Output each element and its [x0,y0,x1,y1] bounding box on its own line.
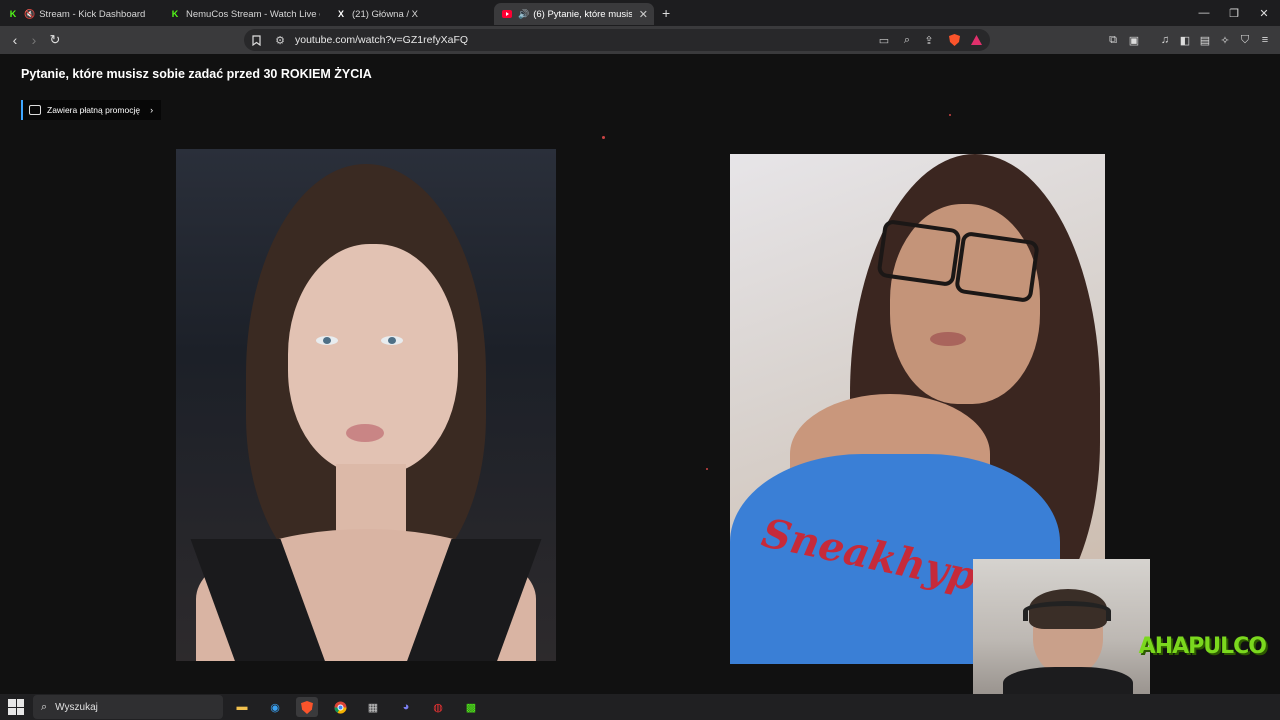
new-tab-button[interactable]: + [662,5,670,21]
eye [316,336,338,345]
chrome-icon[interactable] [329,697,351,717]
windows-start-icon[interactable] [8,699,24,715]
sidebar-icon[interactable]: ◧ [1177,32,1193,48]
cast-icon[interactable]: ▭ [876,32,892,48]
tab-title: NemuCos Stream - Watch Live on Ki [186,8,320,20]
reload-button[interactable]: ↻ [46,31,64,49]
taskbar-search[interactable]: ⌕ Wyszukaj [33,695,223,719]
sparkle [706,468,708,470]
tab-title: (6) Pytanie, które musisz sobie [533,8,632,20]
windows-taskbar: ⌕ Wyszukaj ▬ ◉ ▦ ◕ ◍ ▩ [0,694,1280,720]
tab-nemucos-stream[interactable]: K NemuCos Stream - Watch Live on Ki [162,3,328,25]
tab-strip: K 🔇 Stream - Kick Dashboard K NemuCos St… [0,0,1280,26]
sparkle [602,136,605,139]
video-player[interactable]: Pytanie, które musisz sobie zadać przed … [0,54,1280,694]
lips [930,332,966,346]
share-icon[interactable]: ⇪ [921,32,937,48]
muted-speaker-icon[interactable]: 🔇 [24,9,35,20]
media-icon[interactable]: ♫ [1157,32,1173,48]
minimize-button[interactable]: — [1188,0,1220,26]
speaker-icon[interactable]: 🔊 [518,9,529,20]
close-window-button[interactable]: ✕ [1248,0,1280,26]
kick-app-icon[interactable]: ▩ [460,697,482,717]
portrait-left [176,149,556,661]
tab-x-home[interactable]: X (21) Główna / X [328,3,494,25]
brave-rewards-icon[interactable] [968,32,984,48]
obs-icon[interactable]: ◍ [427,697,449,717]
url-text: youtube.com/watch?v=GZ1refyXaFQ [295,34,469,46]
tab-title: Stream - Kick Dashboard [39,8,146,20]
brave-icon[interactable] [296,697,318,717]
kick-icon: K [171,9,179,19]
tab-youtube-video[interactable]: 🔊 (6) Pytanie, które musisz sobie ✕ [494,3,654,25]
menu-icon[interactable]: ≡ [1257,32,1273,48]
x-icon: X [337,9,344,19]
youtube-icon [502,9,512,19]
zoom-icon[interactable]: ⌕ [899,32,915,48]
site-settings-icon[interactable]: ⚙ [272,32,288,48]
browser-toolbar: ‹ › ↻ ⚙ youtube.com/watch?v=GZ1refyXaFQ … [0,26,1280,54]
eye [381,336,403,345]
kick-icon: K [9,9,17,19]
bookmark-icon[interactable] [248,32,264,48]
brave-shields-icon[interactable] [946,32,962,48]
tab-title: (21) Główna / X [352,8,418,20]
brave-wallet-icon[interactable]: ▤ [1197,32,1213,48]
promotion-icon [29,105,41,115]
address-bar[interactable]: ⚙ youtube.com/watch?v=GZ1refyXaFQ ▭ ⌕ ⇪ [244,29,990,51]
close-tab-icon[interactable]: ✕ [639,8,648,21]
search-placeholder: Wyszukaj [55,701,98,713]
headset [1023,601,1111,621]
restore-button[interactable]: ❐ [1218,0,1250,26]
file-manager-icon[interactable]: ▦ [362,697,384,717]
back-button[interactable]: ‹ [6,31,24,49]
forward-button[interactable]: › [25,31,43,49]
streamer-webcam [973,559,1150,694]
leo-ai-icon[interactable]: ✧ [1217,32,1233,48]
extensions-icon[interactable]: ⧉ [1105,32,1121,48]
vpn-shield-icon[interactable]: ⛉ [1237,32,1253,48]
sparkle [949,114,951,116]
streamer-shirt [1003,667,1133,694]
glasses [954,230,1040,304]
search-icon: ⌕ [41,700,48,713]
wallet-icon[interactable]: ▣ [1126,32,1142,48]
streamer-logo: AHAPULCO [1138,634,1267,659]
promo-label: Zawiera płatną promocję [47,105,141,115]
file-explorer-icon[interactable]: ▬ [231,697,253,717]
glasses [876,218,962,288]
chevron-right-icon: › [150,105,154,115]
edge-icon[interactable]: ◉ [264,697,286,717]
lips [346,424,384,442]
video-title: Pytanie, które musisz sobie zadać przed … [21,67,372,81]
tab-kick-dashboard[interactable]: K 🔇 Stream - Kick Dashboard [0,3,162,25]
paid-promotion-badge[interactable]: Zawiera płatną promocję › [21,100,162,120]
discord-icon[interactable]: ◕ [395,697,417,717]
